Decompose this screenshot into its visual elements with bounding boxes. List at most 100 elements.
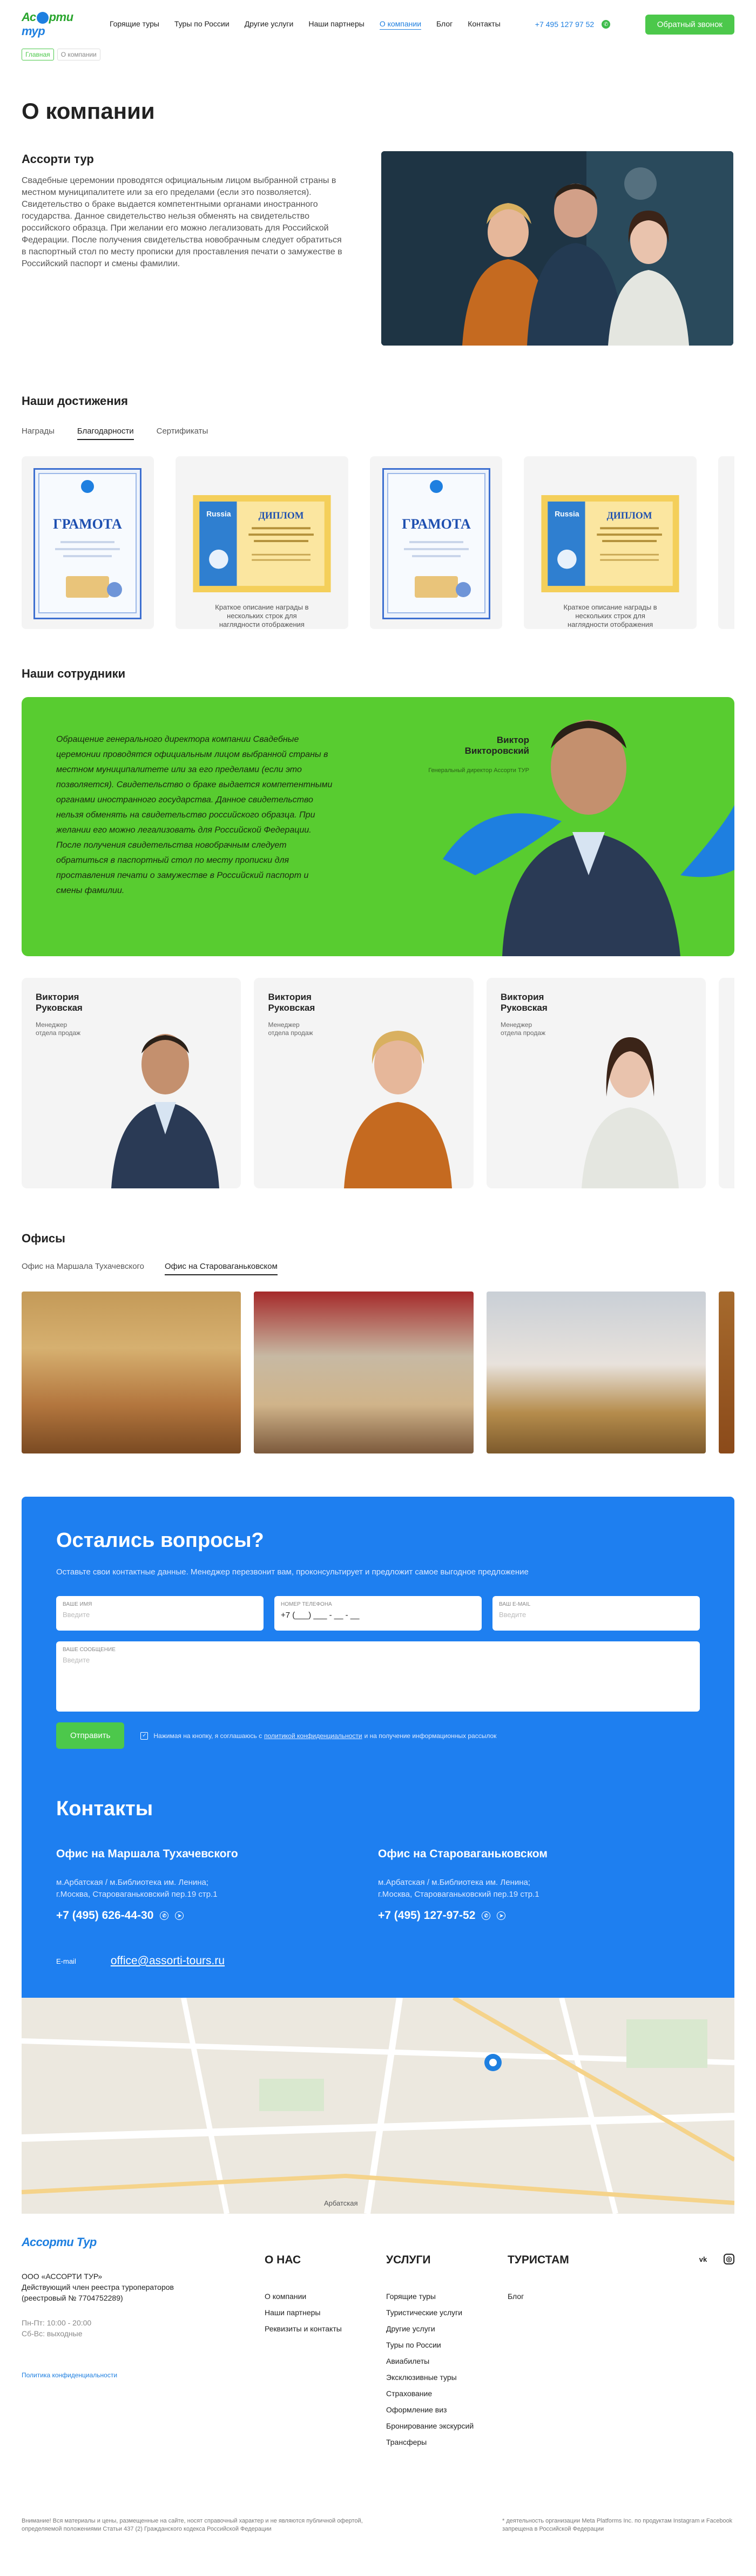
nav-about[interactable]: О компании: [379, 19, 422, 30]
privacy-link[interactable]: политикой конфиденциальности: [264, 1732, 362, 1740]
nav-blog[interactable]: Блог: [436, 19, 453, 30]
svg-text:ДИПЛОМ: ДИПЛОМ: [259, 510, 304, 521]
svg-text:ДИПЛОМ: ДИПЛОМ: [607, 510, 652, 521]
certificate-image: ГРАМОТА: [382, 468, 490, 619]
nav-contacts[interactable]: Контакты: [468, 19, 500, 30]
footer-link[interactable]: Реквизиты и контакты: [265, 2321, 386, 2337]
svg-text:Арбатская: Арбатская: [324, 2199, 358, 2207]
footer-link[interactable]: Оформление виз: [386, 2402, 508, 2418]
footer-link[interactable]: Трансферы: [386, 2434, 508, 2450]
footer-link[interactable]: Горящие туры: [386, 2288, 508, 2304]
instagram-icon[interactable]: ◎: [724, 2254, 734, 2264]
office-photo[interactable]: [486, 1292, 706, 1453]
logo[interactable]: Ас рти тур: [22, 10, 89, 38]
phone-field[interactable]: Номер телефона +7 (___) ___ - __ - __: [274, 1596, 482, 1631]
telegram-icon[interactable]: ➤: [175, 1911, 184, 1920]
nav-partners[interactable]: Наши партнеры: [308, 19, 364, 30]
email-field[interactable]: Ваш e-mail Введите: [492, 1596, 700, 1631]
telegram-icon[interactable]: ➤: [497, 1911, 506, 1920]
tab-office-tukhachevsky[interactable]: Офис на Маршала Тухачевского: [22, 1262, 144, 1275]
achievements-carousel: ГРАМОТА Russia ДИПЛОМ Краткое описание н…: [22, 456, 734, 629]
nav-hot-tours[interactable]: Горящие туры: [110, 19, 159, 30]
nav-other-services[interactable]: Другие услуги: [245, 19, 294, 30]
award-card-partial[interactable]: [718, 456, 734, 629]
award-card[interactable]: ГРАМОТА: [22, 456, 154, 629]
employee-card-partial[interactable]: [719, 978, 735, 1188]
certificate-image: ГРАМОТА: [33, 468, 142, 619]
offices-title: Офисы: [22, 1232, 65, 1245]
footer-link[interactable]: Другие услуги: [386, 2321, 508, 2337]
footer-link[interactable]: Туры по России: [386, 2337, 508, 2353]
office-photo[interactable]: [22, 1292, 241, 1453]
footer-link[interactable]: Наши партнеры: [265, 2304, 386, 2321]
site-header: Ас рти тур Горящие туры Туры по России Др…: [0, 0, 756, 49]
tab-awards[interactable]: Награды: [22, 427, 55, 440]
office-map[interactable]: Арбатская: [22, 1998, 734, 2214]
footer-link[interactable]: Авиабилеты: [386, 2353, 508, 2369]
consent-checkbox[interactable]: ✓ Нажимая на кнопку, я соглашаюсь с поли…: [140, 1732, 496, 1740]
employee-card[interactable]: Виктория Руковская Менеджер отдела прода…: [254, 978, 474, 1188]
svg-text:ГРАМОТА: ГРАМОТА: [402, 516, 471, 532]
vk-icon[interactable]: vk: [698, 2254, 708, 2264]
director-quote: Обращение генерального директора компани…: [56, 735, 333, 895]
offices-section: Офисы Офис на Маршала Тухачевского Офис …: [22, 1232, 735, 1453]
footer-link[interactable]: О компании: [265, 2288, 386, 2304]
office-photo-partial[interactable]: [719, 1292, 735, 1453]
nav-russia-tours[interactable]: Туры по России: [174, 19, 230, 30]
achievements-section: Наши достижения Награды Благодарности Се…: [22, 394, 734, 629]
submit-button[interactable]: Отправить: [56, 1722, 125, 1749]
about-text: Свадебные церемонии проводятся официальн…: [22, 176, 342, 268]
office-phone[interactable]: +7 (495) 127-97-52: [378, 1909, 475, 1922]
award-card[interactable]: Russia ДИПЛОМ Краткое описание награды в…: [523, 456, 697, 629]
office-phone[interactable]: +7 (495) 626-44-30: [56, 1909, 153, 1922]
contacts-title: Контакты: [56, 1797, 153, 1820]
diploma-image: Russia ДИПЛОМ: [541, 495, 679, 592]
site-footer: Ассорти Тур ООО «АССОРТИ ТУР» Действующи…: [22, 2235, 734, 2450]
employee-role: Менеджер отдела продаж: [500, 1021, 546, 1037]
employee-card[interactable]: Виктория Руковская Менеджер отдела прода…: [22, 978, 241, 1188]
svg-text:Russia: Russia: [206, 510, 231, 518]
employee-name: Виктория Руковская: [36, 992, 83, 1013]
page-title: О компании: [22, 98, 155, 124]
privacy-policy-link[interactable]: Политика конфиденциальности: [22, 2371, 265, 2379]
office-contact: Офис на Староваганьковском м.Арбатская /…: [378, 1848, 548, 1922]
message-field[interactable]: Ваше сообщение Введите: [56, 1641, 700, 1712]
main-nav: Горящие туры Туры по России Другие услуг…: [110, 19, 501, 30]
office-photo[interactable]: [254, 1292, 474, 1453]
footer-link[interactable]: Туристические услуги: [386, 2304, 508, 2321]
footer-link[interactable]: Страхование: [386, 2385, 508, 2402]
award-caption: Краткое описание награды в нескольких ст…: [215, 603, 309, 628]
whatsapp-icon[interactable]: ✆: [160, 1911, 169, 1920]
breadcrumb-current: О компании: [57, 49, 100, 60]
name-field[interactable]: Ваше имя Введите: [56, 1596, 264, 1631]
header-phone[interactable]: +7 495 127 97 52: [535, 20, 594, 29]
check-icon[interactable]: ✓: [140, 1732, 148, 1740]
employee-name: Виктория Руковская: [500, 992, 548, 1013]
employee-card[interactable]: Виктория Руковская Менеджер отдела прода…: [486, 978, 706, 1188]
employee-photo: [582, 1037, 679, 1188]
award-caption: Краткое описание награды в нескольких ст…: [563, 603, 657, 628]
tab-thanks[interactable]: Благодарности: [77, 427, 134, 440]
svg-text:Russia: Russia: [555, 510, 579, 518]
whatsapp-icon[interactable]: ✆: [602, 20, 611, 29]
breadcrumb-home[interactable]: Главная: [22, 49, 54, 60]
offices-tabs: Офис на Маршала Тухачевского Офис на Ста…: [22, 1262, 734, 1275]
tab-office-starovagankovsky[interactable]: Офис на Староваганьковском: [165, 1262, 278, 1275]
office-gallery: [22, 1292, 735, 1453]
callback-button[interactable]: Обратный звонок: [645, 14, 734, 35]
contact-block: Остались вопросы? Оставьте свои контактн…: [22, 1497, 734, 1998]
footer-tourists-title: ТУРИСТАМ: [508, 2254, 569, 2266]
award-card[interactable]: ГРАМОТА: [370, 456, 502, 629]
disclaimer-left: Внимание! Вся материалы и цены, размещен…: [22, 2518, 363, 2532]
footer-link[interactable]: Блог: [508, 2288, 629, 2304]
award-card[interactable]: Russia ДИПЛОМ Краткое описание награды в…: [175, 456, 349, 629]
email-link[interactable]: office@assorti-tours.ru: [111, 1955, 225, 1968]
tab-certificates[interactable]: Сертификаты: [157, 427, 208, 440]
footer-link[interactable]: Эксклюзивные туры: [386, 2369, 508, 2385]
whatsapp-icon[interactable]: ✆: [482, 1911, 491, 1920]
footer-logo[interactable]: Ассорти Тур: [22, 2235, 265, 2249]
footer-link[interactable]: Бронирование экскурсий: [386, 2418, 508, 2434]
about-title: Ассорти тур: [22, 152, 94, 166]
footer-disclaimer: Внимание! Вся материалы и цены, размещен…: [22, 2517, 734, 2550]
staff-title: Наши сотрудники: [22, 667, 126, 680]
